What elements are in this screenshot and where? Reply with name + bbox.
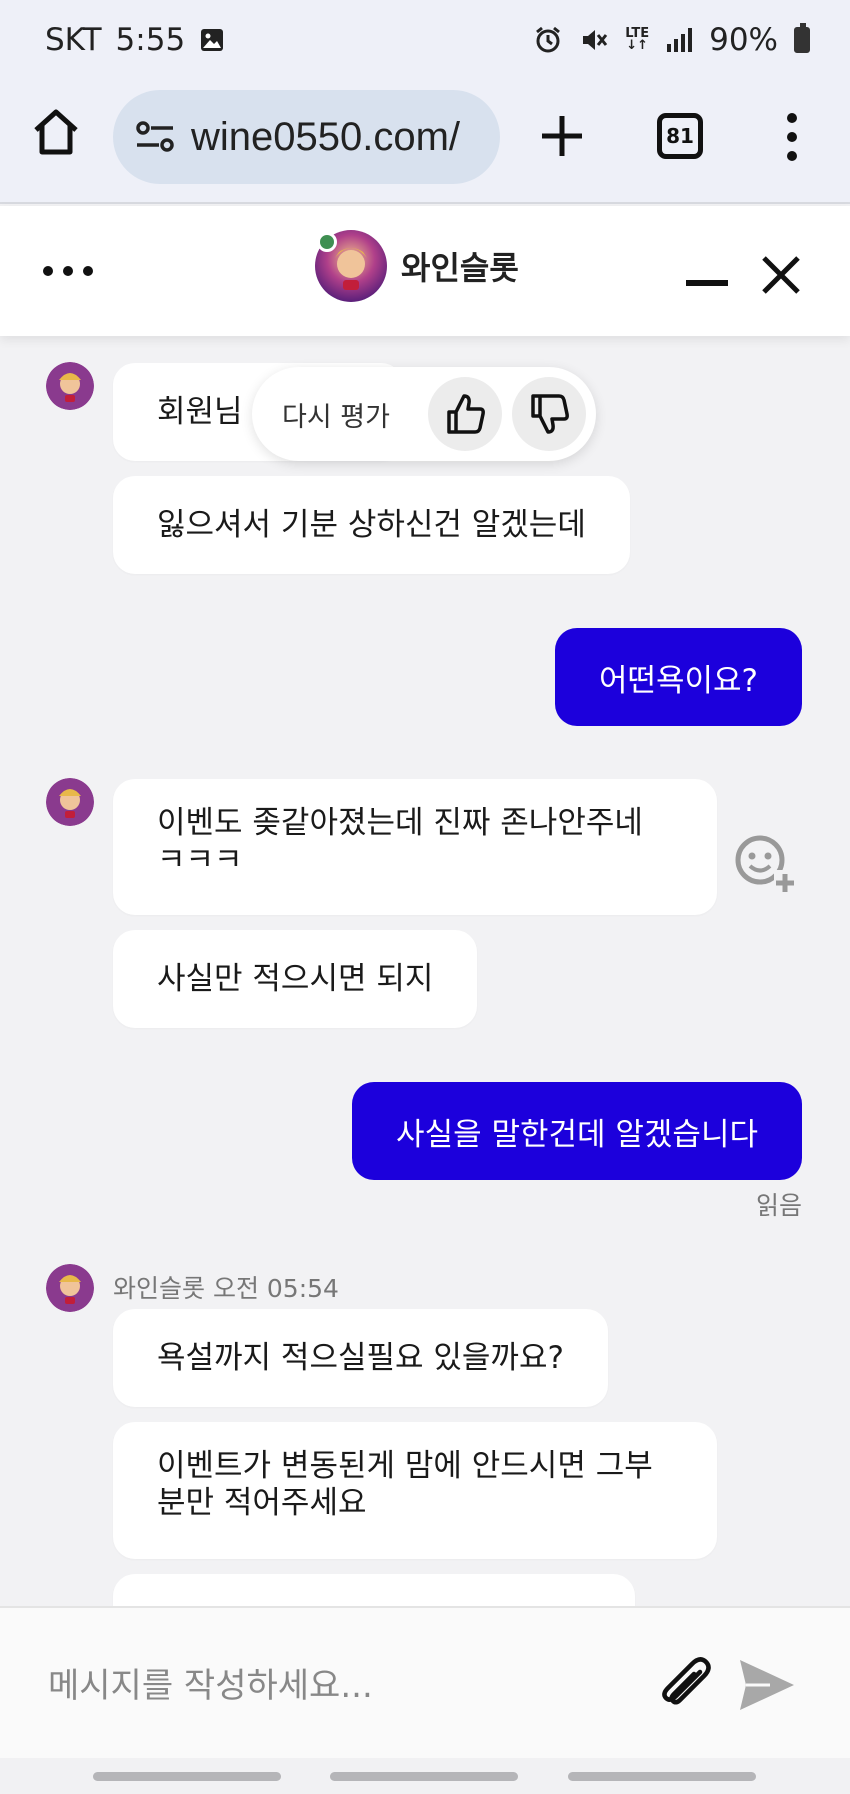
url-text: wine0550.com/ (191, 114, 461, 159)
add-reaction-icon[interactable] (732, 832, 796, 896)
chat-header: 와인슬롯 (0, 206, 850, 336)
rating-popup: 다시 평가 (252, 367, 596, 461)
rating-label: 다시 평가 (282, 401, 390, 433)
image-icon (201, 29, 224, 51)
read-receipt: 읽음 (755, 1191, 802, 1220)
bot-message[interactable]: 잃으셔서 기분 상하신건 알겠는데 (113, 476, 630, 574)
message-meta: 와인슬롯 오전 05:54 (113, 1274, 339, 1303)
chat-messages[interactable]: 회원님 다시 평가 잃으셔서 기분 상하신건 알겠는데 어떤욕이요? 이벤도 좆… (0, 336, 850, 1606)
message-text: 회원님 (157, 393, 243, 430)
bot-message[interactable]: 사실만 적으시면 되지 (113, 930, 478, 1028)
battery-percent: 90% (709, 22, 778, 58)
gesture-handle[interactable] (330, 1772, 518, 1781)
gesture-handle[interactable] (568, 1772, 756, 1781)
chat-title-group: 와인슬롯 (315, 230, 519, 302)
gesture-bar (0, 1758, 850, 1794)
signal-icon (667, 28, 693, 52)
mute-icon (583, 30, 608, 50)
attach-icon[interactable] (656, 1656, 716, 1716)
clock: 5:55 (115, 22, 186, 58)
user-message[interactable]: 어떤욕이요? (554, 628, 802, 726)
home-icon[interactable] (30, 106, 82, 158)
online-indicator (317, 232, 337, 252)
tab-count: 81 (666, 124, 694, 148)
thumbs-up-icon (447, 394, 485, 434)
message-text: 이벤도 좆같아졌는데 진짜 존나안주네 ㅋㅋㅋ (157, 805, 643, 878)
close-icon[interactable] (760, 254, 802, 296)
message-text: 사실만 적으시면 되지 (157, 960, 434, 997)
bot-message-partial[interactable] (113, 1574, 635, 1606)
message-input[interactable]: 메시지를 작성하세요... (48, 1658, 373, 1707)
tabs-icon[interactable]: 81 (657, 113, 703, 159)
status-bar: SKT 5:55 LTE ↓↑ 90% (0, 0, 850, 84)
gesture-handle[interactable] (93, 1772, 281, 1781)
browser-toolbar: wine0550.com/ 81 (0, 84, 850, 204)
alarm-icon (536, 26, 561, 53)
thumbs-down-button[interactable] (512, 377, 586, 451)
message-text: 어떤욕이요? (598, 662, 758, 699)
bot-message[interactable]: 이벤트가 변동된게 맘에 안드시면 그부 분만 적어주세요 (113, 1422, 717, 1559)
thumbs-down-icon (531, 394, 569, 434)
chat-title: 와인슬롯 (401, 249, 519, 287)
battery-icon (794, 23, 810, 53)
bot-message[interactable]: 욕설까지 적으실필요 있을까요? (113, 1309, 608, 1407)
bot-avatar (46, 778, 94, 826)
send-icon[interactable] (736, 1656, 798, 1714)
user-message[interactable]: 사실을 말한건데 알겠습니다 (352, 1082, 802, 1180)
bot-message[interactable]: 이벤도 좆같아졌는데 진짜 존나안주네 ㅋㅋㅋ (113, 779, 717, 915)
bot-avatar (46, 1264, 94, 1312)
avatar (315, 230, 387, 302)
thumbs-up-button[interactable] (428, 377, 502, 451)
more-vert-icon[interactable] (780, 112, 804, 162)
bot-avatar (46, 362, 94, 410)
lte-icon: LTE ↓↑ (625, 26, 650, 53)
carrier-label: SKT (45, 22, 102, 58)
message-composer: 메시지를 작성하세요... (0, 1606, 850, 1758)
message-text: 욕설까지 적으실필요 있을까요? (157, 1339, 564, 1376)
message-text: 잃으셔서 기분 상하신건 알겠는데 (157, 506, 586, 543)
more-horiz-icon[interactable] (42, 264, 94, 278)
message-text: 사실을 말한건데 알겠습니다 (396, 1116, 758, 1153)
plus-icon[interactable] (538, 112, 586, 160)
minimize-icon[interactable] (686, 280, 728, 286)
message-text: 이벤트가 변동된게 맘에 안드시면 그부 분만 적어주세요 (157, 1448, 653, 1521)
site-settings-icon[interactable] (133, 115, 177, 159)
address-bar[interactable]: wine0550.com/ (113, 90, 500, 184)
